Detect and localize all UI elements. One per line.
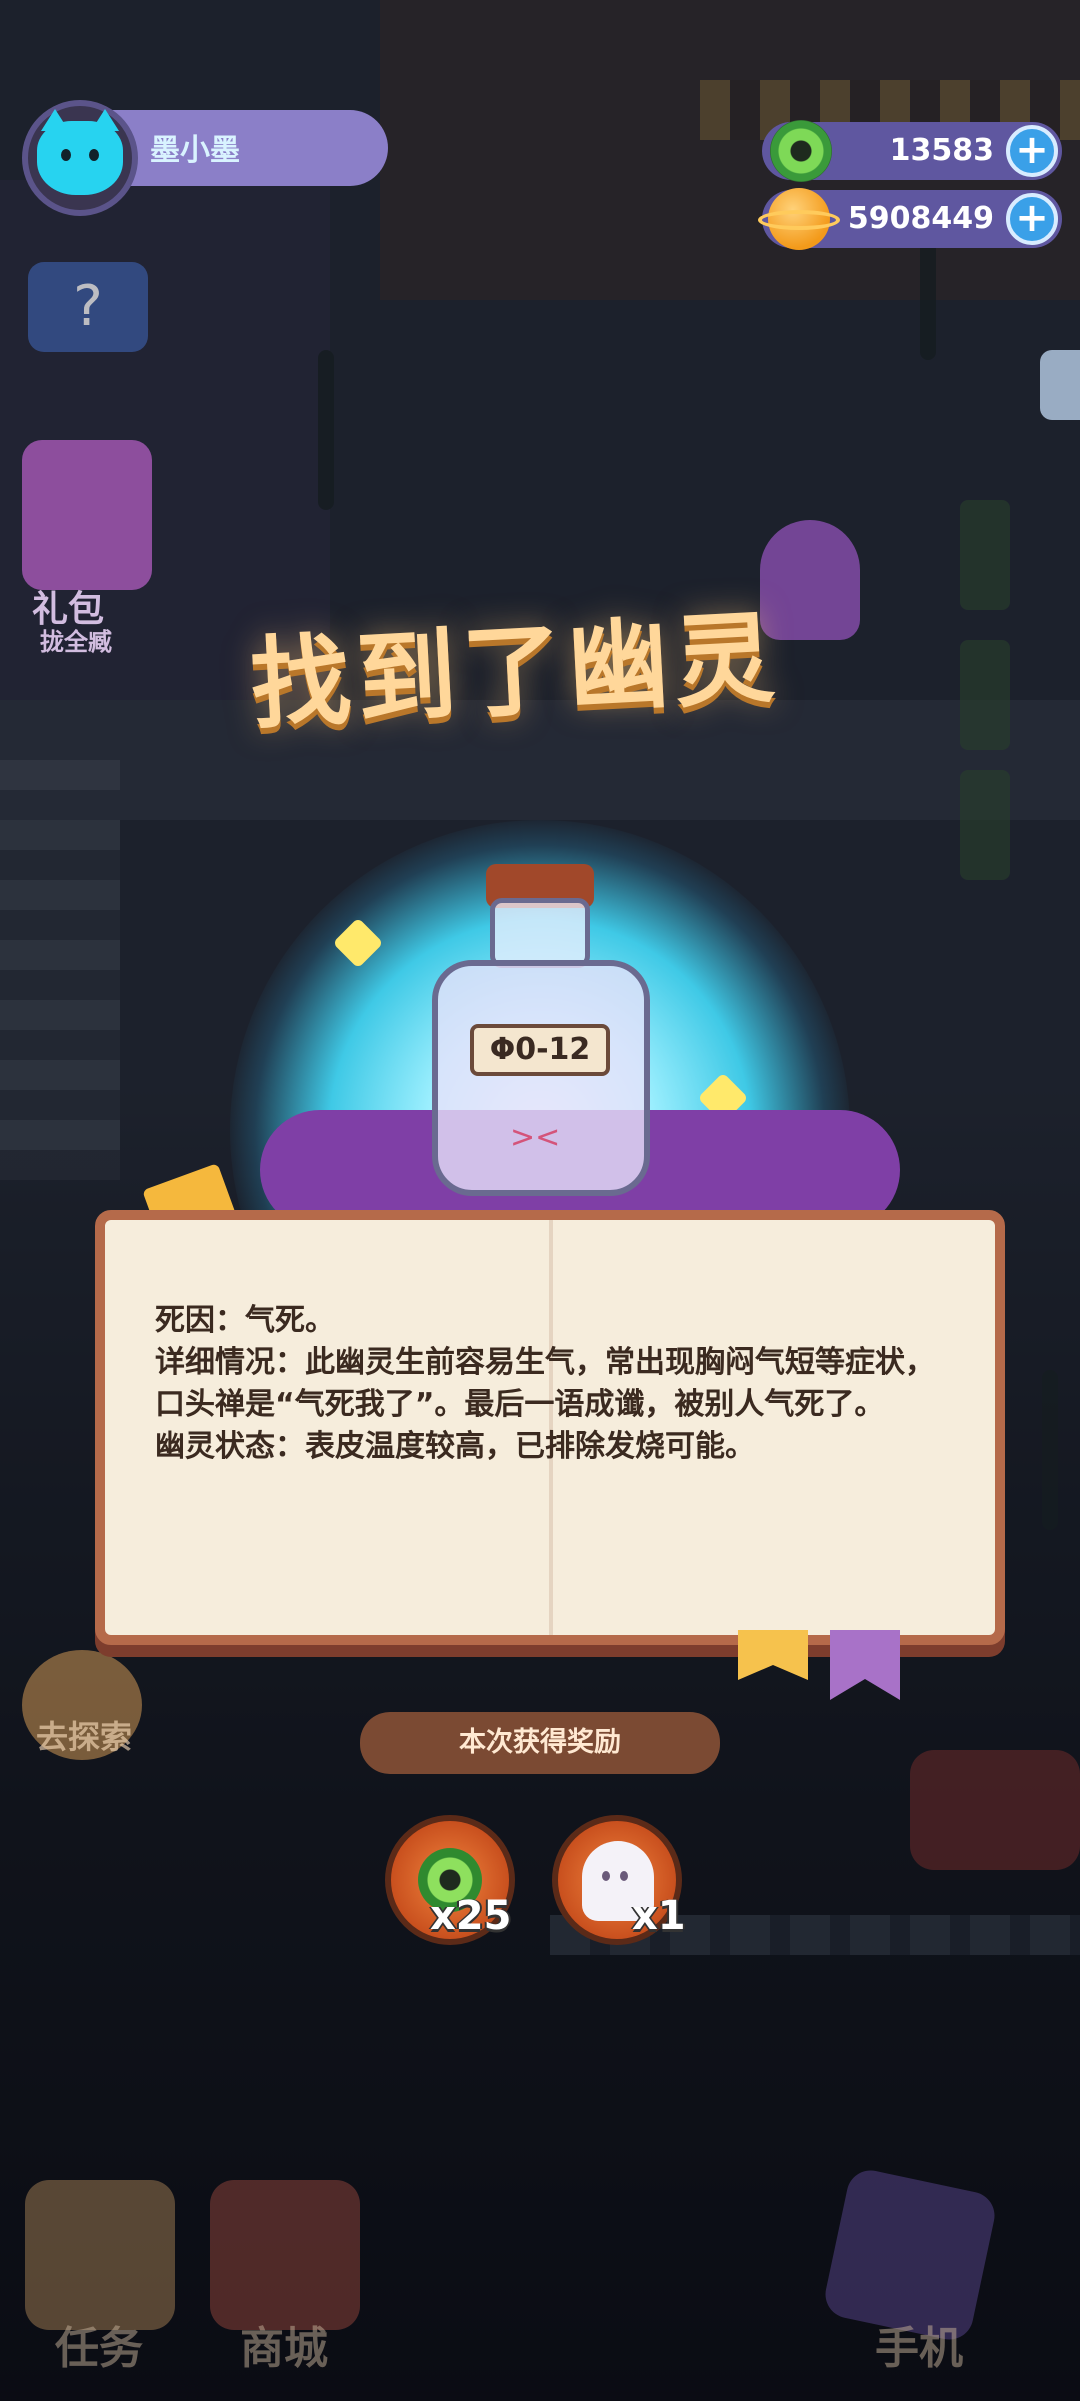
cause-of-death: 死因：气死。 <box>155 1303 335 1338</box>
planet-count: 5908449 <box>847 201 994 236</box>
nav-task[interactable]: 任务 <box>55 2312 143 2376</box>
cat-avatar-icon <box>37 109 123 195</box>
add-planet-button[interactable]: + <box>1006 193 1058 245</box>
popup-title: 找到了幽灵 <box>247 599 784 744</box>
mystery-box-button[interactable]: ? <box>28 262 148 352</box>
player-name: 墨小墨 <box>150 133 240 168</box>
reward-qty: x25 <box>430 1893 512 1939</box>
gift-pack-icon[interactable] <box>22 440 152 590</box>
shop-icon[interactable] <box>210 2180 360 2330</box>
donut-icon <box>770 120 832 182</box>
share-icon[interactable] <box>1040 350 1080 420</box>
planet-ring-icon <box>758 210 840 230</box>
ghost-bottle: Φ0-12 >< <box>432 864 650 1198</box>
nav-phone[interactable]: 手机 <box>875 2312 963 2376</box>
gift-pack-sublabel: 拢全臧 <box>40 628 112 656</box>
game-screen: 墨小墨 13583 + 5908449 + ? 礼包 拢全臧 去探索 找到了幽灵… <box>0 0 1080 2401</box>
ghost-description: 死因：气死。 详细情况：此幽灵生前容易生气，常出现胸闷气短等症状，口头禅是“气死… <box>155 1300 955 1468</box>
explore-label[interactable]: 去探索 <box>36 1712 132 1758</box>
bottle-neck <box>490 898 590 968</box>
bottle-body <box>432 960 650 1196</box>
task-book-icon[interactable] <box>25 2180 175 2330</box>
nav-shop[interactable]: 商城 <box>240 2312 328 2376</box>
reward-qty: x1 <box>632 1893 686 1939</box>
avatar[interactable] <box>22 100 138 216</box>
bottle-label: Φ0-12 <box>470 1024 610 1076</box>
details: 详细情况：此幽灵生前容易生气，常出现胸闷气短等症状，口头禅是“气死我了”。最后一… <box>155 1345 935 1422</box>
donut-count: 13583 <box>889 133 994 168</box>
ghost-status: 幽灵状态：表皮温度较高，已排除发烧可能。 <box>155 1429 755 1464</box>
add-donut-button[interactable]: + <box>1006 125 1058 177</box>
angry-ghost-icon: >< <box>510 1120 561 1155</box>
reward-banner: 本次获得奖励 <box>360 1712 720 1774</box>
